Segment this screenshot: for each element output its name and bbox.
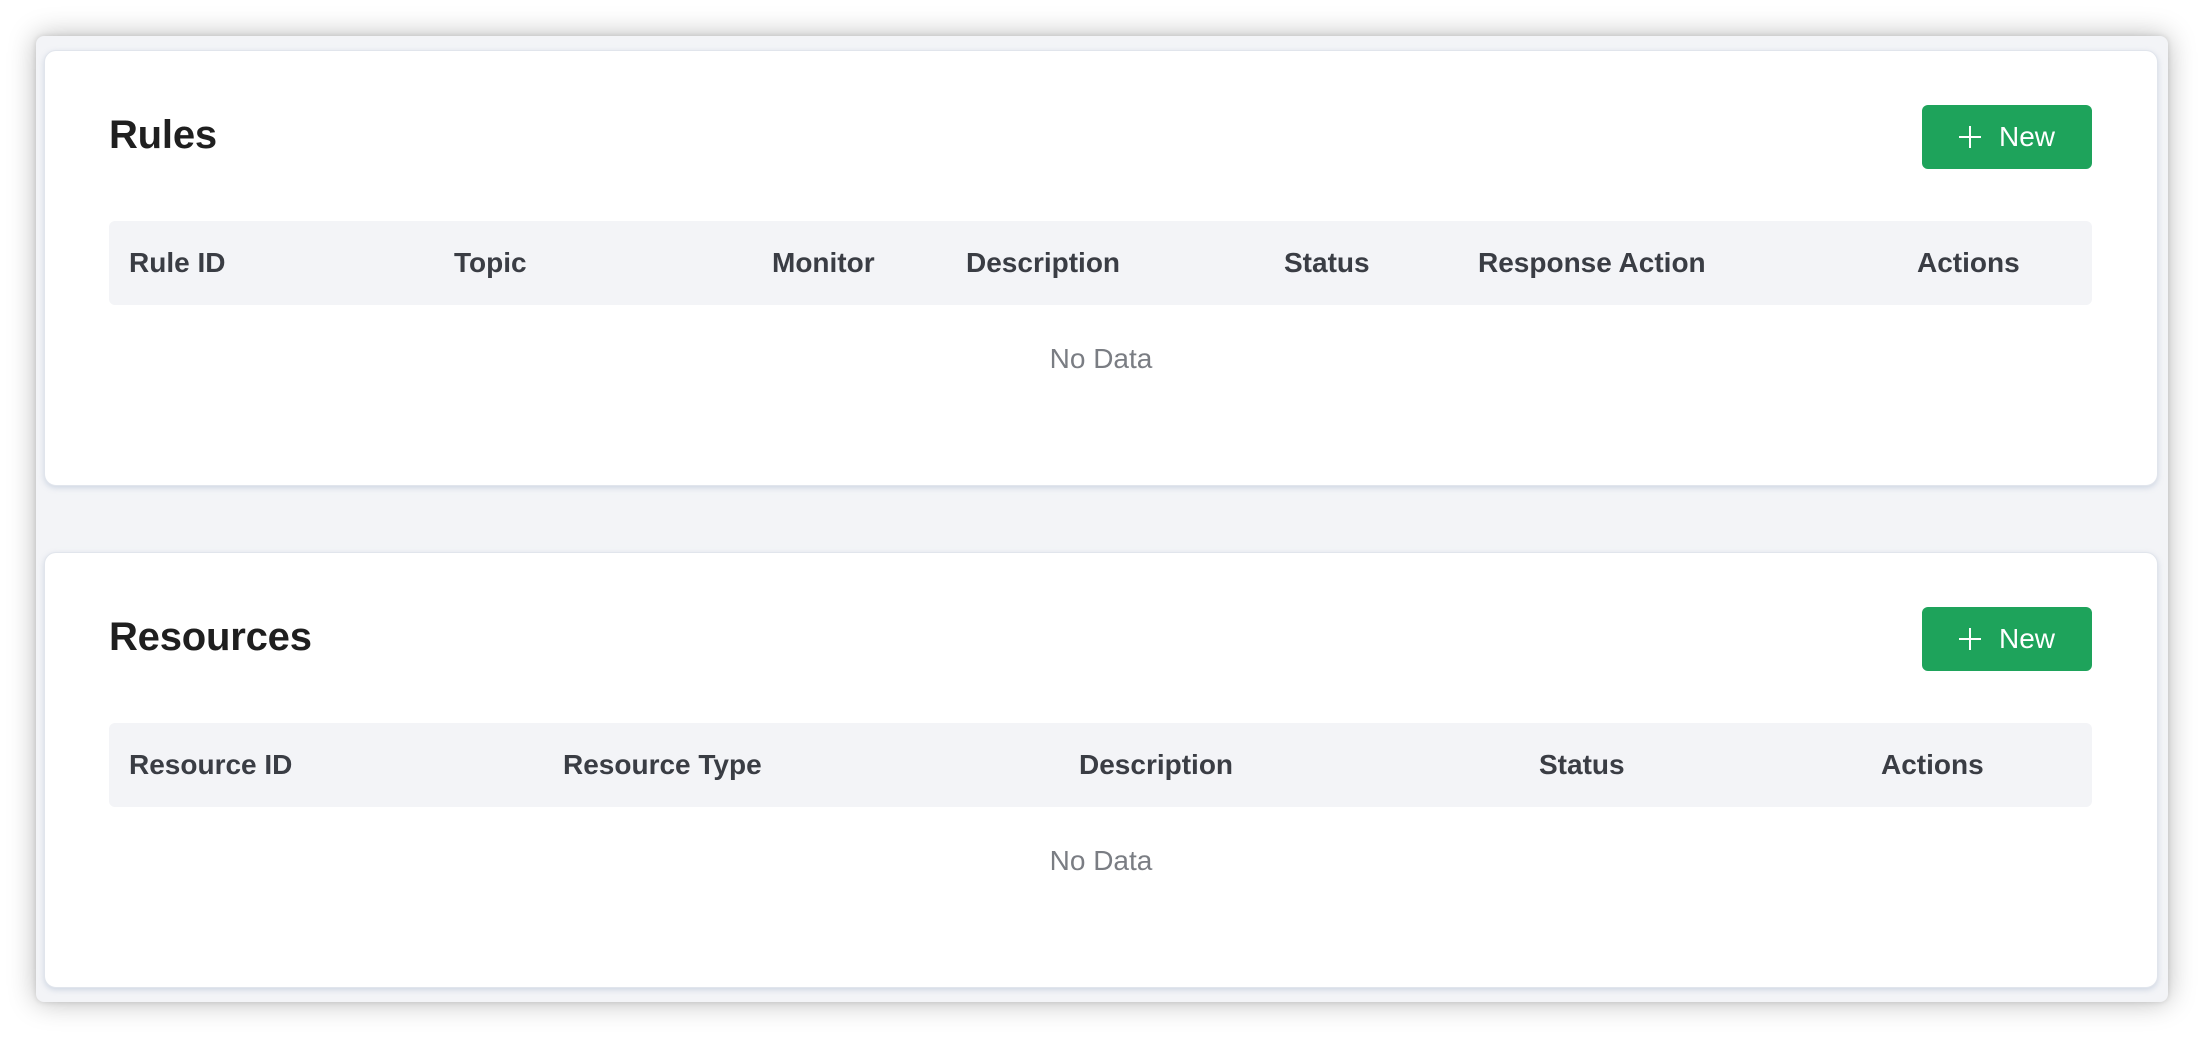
resources-empty-state: No Data bbox=[1049, 845, 1153, 876]
column-header-monitor[interactable]: Monitor bbox=[772, 221, 875, 305]
new-rule-button-label: New bbox=[1998, 121, 2055, 152]
new-resource-button-label: New bbox=[1998, 623, 2055, 654]
new-resource-button[interactable]: New bbox=[1922, 607, 2092, 671]
column-header-actions[interactable]: Actions bbox=[1917, 221, 2020, 305]
column-header-description[interactable]: Description bbox=[966, 221, 1120, 305]
column-header-rule-id[interactable]: Rule ID bbox=[129, 221, 225, 305]
resources-table-header: Resource ID Resource Type Description St… bbox=[109, 723, 2092, 807]
column-header-status[interactable]: Status bbox=[1284, 221, 1370, 305]
rules-empty-state: No Data bbox=[1049, 343, 1153, 374]
resources-card: Resources New Resource ID Resource Type … bbox=[44, 552, 2158, 988]
column-header-resource-type[interactable]: Resource Type bbox=[563, 723, 762, 807]
plus-icon bbox=[1958, 628, 1981, 650]
column-header-actions[interactable]: Actions bbox=[1881, 723, 1984, 807]
column-header-response-action[interactable]: Response Action bbox=[1478, 221, 1706, 305]
app-window: Rules New Rule ID Topic Monitor Descript… bbox=[36, 36, 2168, 1002]
plus-icon bbox=[1958, 126, 1981, 148]
column-header-status[interactable]: Status bbox=[1539, 723, 1625, 807]
rules-title: Rules bbox=[109, 113, 217, 157]
column-header-description[interactable]: Description bbox=[1079, 723, 1233, 807]
column-header-resource-id[interactable]: Resource ID bbox=[129, 723, 292, 807]
rules-table-header: Rule ID Topic Monitor Description Status… bbox=[109, 221, 2092, 305]
rules-card: Rules New Rule ID Topic Monitor Descript… bbox=[44, 50, 2158, 486]
new-rule-button[interactable]: New bbox=[1922, 105, 2092, 169]
column-header-topic[interactable]: Topic bbox=[454, 221, 527, 305]
resources-title: Resources bbox=[109, 615, 312, 659]
